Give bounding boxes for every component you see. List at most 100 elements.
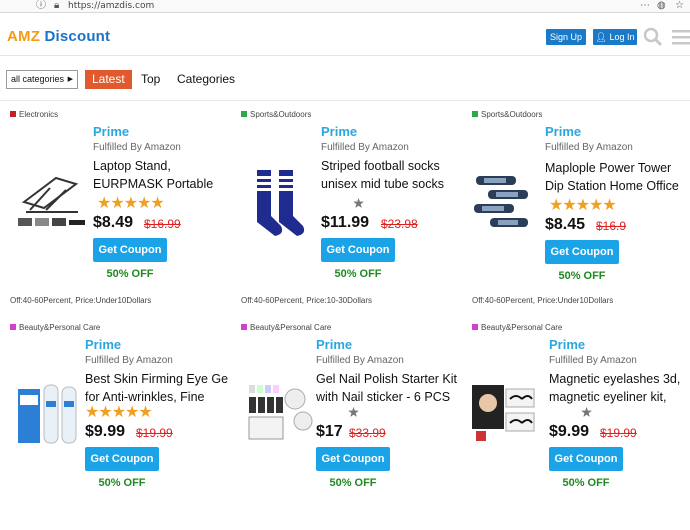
prime-badge: Prime [321, 124, 358, 139]
star-icon: ★ [98, 404, 112, 421]
sale-price: $9.99 [85, 423, 126, 440]
get-coupon-button[interactable]: Get Coupon [545, 240, 619, 264]
product-category[interactable]: Beauty&Personal Care [10, 323, 100, 333]
caret-right-icon: ▶ [67, 76, 73, 83]
product-title-line: Dip Station Home Office [545, 179, 679, 193]
star-icon: ★ [111, 404, 126, 421]
menu-icon[interactable] [672, 29, 690, 45]
prime-badge: Prime [549, 337, 586, 352]
info-icon[interactable]: ⓘ [36, 0, 46, 12]
product-category[interactable]: Sports&Outdoors [472, 110, 542, 120]
star-icon: ★ [123, 195, 138, 212]
rating-stars: ★★★★★ [549, 197, 617, 214]
category-color-square [10, 111, 16, 117]
product-title-line: Best Skin Firming Eye Gel [85, 372, 228, 386]
product-title[interactable]: Best Skin Firming Eye Gel for Anti-wrink… [85, 370, 228, 406]
discount-label: 50% OFF [98, 477, 146, 489]
rating-stars: ★★★★★ [85, 404, 153, 421]
product-category[interactable]: Beauty&Personal Care [472, 323, 562, 333]
eye-gel-image[interactable] [16, 381, 82, 452]
product-category[interactable]: Beauty&Personal Care [241, 323, 331, 333]
product-card[interactable]: Sports&Outdoors Prime Fulfilled By Amazo… [231, 102, 461, 317]
prime-badge: Prime [93, 124, 130, 139]
get-coupon-button[interactable]: Get Coupon [85, 447, 159, 471]
prime-badge: Prime [85, 337, 122, 352]
tab-top[interactable]: Top [141, 70, 160, 89]
product-tags[interactable]: Off:40-60Percent, Price:10-30Dollars [241, 296, 372, 305]
product-title-line: Striped football socks [321, 159, 440, 173]
tab-latest[interactable]: Latest [85, 70, 132, 89]
star-icon: ★ [353, 198, 364, 210]
prime-badge: Prime [545, 124, 582, 139]
search-icon[interactable] [643, 27, 663, 47]
bookmark-star-icon[interactable]: ☆ [675, 0, 684, 12]
product-card[interactable]: Beauty&Personal Care Prime Fulfilled By … [231, 315, 461, 530]
laptop-stand-image[interactable] [16, 168, 88, 235]
user-icon: 👤︎ [595, 32, 607, 42]
original-price: $16.99 [144, 217, 181, 231]
product-title[interactable]: Laptop Stand, EURPMASK Portable [93, 157, 228, 193]
product-title[interactable]: Magnetic eyelashes 3d, magnetic eyeliner… [549, 370, 690, 406]
socks-image[interactable] [247, 168, 307, 243]
star-icon: ★ [589, 197, 603, 214]
star-icon: ★ [97, 195, 111, 212]
original-price: $16.9 [596, 219, 627, 233]
get-coupon-button[interactable]: Get Coupon [321, 238, 395, 262]
category-color-square [472, 111, 478, 117]
product-tags[interactable]: Off:40-60Percent, Price:Under10Dollars [472, 296, 613, 305]
star-icon: ★ [348, 407, 359, 419]
category-select-value: all categories [11, 74, 65, 84]
product-category[interactable]: Electronics [10, 110, 58, 120]
product-card[interactable]: Beauty&Personal Care Prime Fulfilled By … [462, 315, 690, 530]
nail-polish-image[interactable] [247, 381, 313, 448]
product-card[interactable]: Sports&Outdoors Prime Fulfilled By Amazo… [462, 102, 690, 317]
pushup-bars-image[interactable] [470, 168, 532, 237]
lock-icon[interactable]: 🔒︎ [54, 0, 59, 12]
fulfilled-label: Fulfilled By Amazon [321, 142, 409, 153]
discount-label: 50% OFF [562, 477, 610, 489]
site-logo[interactable]: AMZ Discount [7, 28, 110, 45]
product-category[interactable]: Sports&Outdoors [241, 110, 311, 120]
category-label: Beauty&Personal Care [250, 323, 332, 332]
tab-categories[interactable]: Categories [177, 70, 235, 89]
fulfilled-label: Fulfilled By Amazon [545, 142, 633, 153]
get-coupon-button[interactable]: Get Coupon [316, 447, 390, 471]
product-tags[interactable]: Off:40-60Percent, Price:Under10Dollars [10, 296, 151, 305]
category-label: Sports&Outdoors [250, 110, 312, 119]
discount-label: 50% OFF [334, 268, 382, 280]
log-in-button[interactable]: 👤︎ Log In [593, 29, 637, 45]
star-icon: ★ [549, 197, 563, 214]
original-price: $19.99 [600, 426, 637, 440]
product-card[interactable]: Beauty&Personal Care Prime Fulfilled By … [0, 315, 230, 530]
category-label: Sports&Outdoors [481, 110, 543, 119]
eyelashes-image[interactable] [470, 381, 538, 448]
star-icon: ★ [110, 195, 124, 212]
star-icon: ★ [575, 197, 590, 214]
category-select[interactable]: all categories ▶ [6, 70, 78, 89]
category-label: Beauty&Personal Care [481, 323, 563, 332]
sign-up-button[interactable]: Sign Up [546, 29, 586, 45]
product-title-line: magnetic eyeliner kit, [549, 390, 667, 404]
product-title-line: with Nail sticker - 6 PCS [316, 390, 451, 404]
site-header: AMZ Discount Sign Up 👤︎ Log In [0, 14, 690, 56]
prime-badge: Prime [316, 337, 353, 352]
category-color-square [241, 111, 247, 117]
product-title[interactable]: Gel Nail Polish Starter Kit with Nail st… [316, 370, 459, 406]
product-card[interactable]: Electronics Prime Fulfilled By Amazon La… [0, 102, 230, 317]
product-title[interactable]: Striped football socks unisex mid tube s… [321, 157, 459, 193]
sale-price: $8.45 [545, 216, 586, 233]
original-price: $19.99 [136, 426, 173, 440]
star-icon: ★ [85, 404, 99, 421]
fulfilled-label: Fulfilled By Amazon [85, 355, 173, 366]
more-icon[interactable]: ⋯ [640, 0, 650, 12]
shield-icon[interactable]: ◍ [657, 0, 666, 12]
url-bar[interactable]: https://amzdis.com [68, 0, 154, 12]
product-title[interactable]: Maplople Power Tower Dip Station Home Of… [545, 159, 690, 195]
logo-amz: AMZ [7, 28, 41, 45]
get-coupon-button[interactable]: Get Coupon [93, 238, 167, 262]
sale-price: $8.49 [93, 214, 134, 231]
get-coupon-button[interactable]: Get Coupon [549, 447, 623, 471]
sale-price: $9.99 [549, 423, 590, 440]
category-color-square [241, 324, 247, 330]
sale-price: $11.99 [321, 214, 370, 231]
